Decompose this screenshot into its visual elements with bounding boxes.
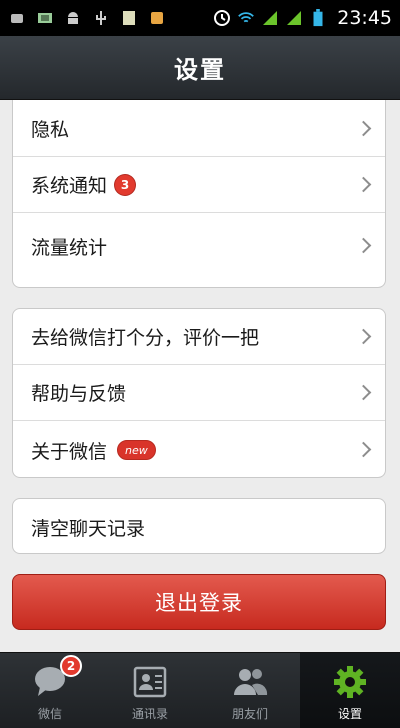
battery-icon xyxy=(313,9,323,27)
status-bar: 23:45 xyxy=(0,0,400,36)
chevron-right-icon xyxy=(355,441,372,458)
tab-label: 朋友们 xyxy=(231,707,268,721)
tab-wechat[interactable]: 2 微信 xyxy=(0,653,100,728)
clock: 23:45 xyxy=(337,7,392,29)
sim-icon xyxy=(38,13,52,23)
tab-label: 通讯录 xyxy=(131,707,168,721)
new-badge: new xyxy=(117,440,156,460)
sd-card-icon xyxy=(123,11,135,25)
chevron-right-icon xyxy=(355,176,372,192)
chevron-right-icon xyxy=(355,328,372,344)
notification-count-badge: 3 xyxy=(115,174,136,195)
notification-icon xyxy=(151,12,163,24)
about-wechat-label: 关于微信 xyxy=(31,440,108,463)
usb-icon xyxy=(96,11,106,25)
chevron-right-icon xyxy=(355,384,372,400)
tab-friends[interactable]: 朋友们 xyxy=(200,653,300,728)
traffic-stats-label: 流量统计 xyxy=(31,236,108,259)
tab-contacts[interactable]: 通讯录 xyxy=(100,653,200,728)
signal-icon xyxy=(263,11,278,25)
friends-icon xyxy=(234,669,268,695)
bottom-tab-bar: 2 微信 通讯录 朋友们 设置 xyxy=(0,652,400,728)
chevron-right-icon xyxy=(355,237,372,254)
privacy-label: 隐私 xyxy=(31,119,70,141)
about-wechat-item[interactable]: 关于微信 new xyxy=(13,421,385,477)
sync-icon xyxy=(11,14,23,23)
settings-group-privacy: 隐私 系统通知 3 流量统计 xyxy=(12,100,386,288)
tab-label: 微信 xyxy=(37,707,62,721)
tab-label: 设置 xyxy=(337,707,362,721)
traffic-stats-item[interactable]: 流量统计 xyxy=(13,213,385,279)
privacy-item[interactable]: 隐私 xyxy=(13,101,385,157)
page-title: 设置 xyxy=(174,56,226,84)
logout-label: 退出登录 xyxy=(155,591,243,615)
gear-icon xyxy=(334,666,366,698)
alarm-icon xyxy=(214,10,231,26)
help-feedback-item[interactable]: 帮助与反馈 xyxy=(13,365,385,421)
unread-count-badge: 2 xyxy=(60,655,82,677)
signal-icon-2 xyxy=(287,11,302,25)
system-notification-label: 系统通知 xyxy=(31,175,108,197)
settings-list[interactable]: 隐私 系统通知 3 流量统计 去给微信打个分，评价一把 帮助与反馈 关于微信 n… xyxy=(0,100,400,652)
rate-wechat-label: 去给微信打个分，评价一把 xyxy=(31,327,260,349)
help-feedback-label: 帮助与反馈 xyxy=(31,383,127,405)
logout-button[interactable]: 退出登录 xyxy=(12,574,386,630)
rate-wechat-item[interactable]: 去给微信打个分，评价一把 xyxy=(13,309,385,365)
contacts-card-icon xyxy=(133,666,167,698)
wifi-icon xyxy=(238,12,255,23)
android-icon xyxy=(68,12,78,24)
clear-chat-history-label: 清空聊天记录 xyxy=(31,517,146,540)
system-notification-item[interactable]: 系统通知 3 xyxy=(13,157,385,213)
tab-settings[interactable]: 设置 xyxy=(300,653,400,728)
settings-group-about: 去给微信打个分，评价一把 帮助与反馈 关于微信 new xyxy=(12,308,386,478)
settings-group-clear: 清空聊天记录 xyxy=(12,498,386,554)
title-bar: 设置 xyxy=(0,36,400,100)
clear-chat-history-item[interactable]: 清空聊天记录 xyxy=(13,499,385,553)
chevron-right-icon xyxy=(355,120,372,136)
